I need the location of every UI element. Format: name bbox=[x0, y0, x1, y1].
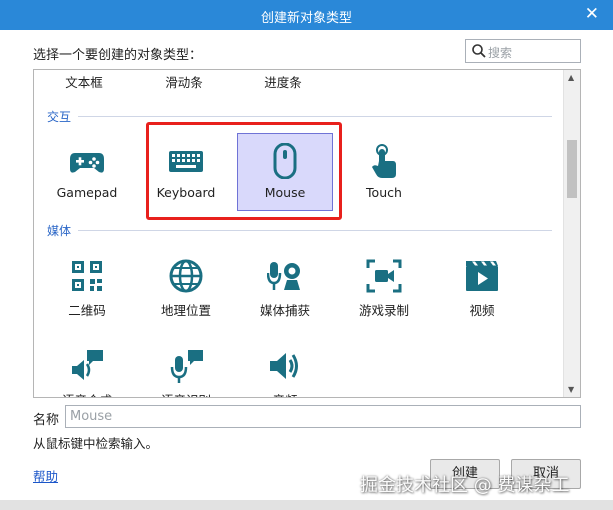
audio-icon bbox=[270, 353, 298, 379]
highlight-annotation-box bbox=[146, 122, 342, 220]
speech-synthesis-icon bbox=[72, 350, 103, 380]
category-divider bbox=[78, 116, 552, 117]
item-label: 二维码 bbox=[68, 303, 106, 318]
search-box[interactable]: 搜索 bbox=[465, 39, 581, 63]
item-label: 媒体捕获 bbox=[259, 303, 310, 318]
item-gamepad[interactable]: Gamepad bbox=[39, 133, 135, 211]
list-item[interactable]: 进度条 bbox=[235, 70, 331, 98]
scrollbar-thumb[interactable] bbox=[567, 140, 577, 198]
vertical-scrollbar[interactable]: ▲ ▼ bbox=[563, 70, 580, 397]
search-icon bbox=[472, 44, 486, 58]
video-icon bbox=[466, 261, 498, 291]
window-title: 创建新对象类型 bbox=[260, 11, 352, 26]
item-label: 进度条 bbox=[264, 75, 302, 90]
item-label: 滑动条 bbox=[165, 75, 203, 90]
qr-code-icon bbox=[72, 261, 102, 291]
object-type-list[interactable]: 文本框 滑动条 进度条 交互 Gamepad Keyboard Mouse To… bbox=[33, 69, 581, 398]
globe-icon bbox=[169, 259, 203, 293]
list-item[interactable]: 文本框 bbox=[36, 70, 132, 98]
category-label-interaction: 交互 bbox=[47, 110, 72, 124]
description-text: 从鼠标键中检索输入。 bbox=[33, 436, 159, 451]
item-label: 音频 bbox=[237, 390, 333, 397]
touch-icon bbox=[372, 144, 396, 178]
speech-recognition-icon bbox=[170, 350, 203, 383]
item-media-capture[interactable]: 媒体捕获 bbox=[237, 248, 333, 326]
scroll-up-icon[interactable]: ▲ bbox=[568, 73, 574, 82]
item-game-recording[interactable]: 游戏录制 bbox=[336, 248, 432, 326]
item-video[interactable]: 视频 bbox=[434, 248, 530, 326]
item-speech-synthesis[interactable]: 语音合成 bbox=[39, 338, 135, 397]
name-placeholder: Mouse bbox=[70, 409, 113, 424]
search-input[interactable]: 搜索 bbox=[488, 44, 512, 61]
gamepad-icon bbox=[70, 153, 104, 173]
name-label: 名称 bbox=[33, 413, 60, 428]
item-label: 语音合成 bbox=[39, 390, 135, 397]
list-item[interactable]: 滑动条 bbox=[136, 70, 232, 98]
item-qr-code[interactable]: 二维码 bbox=[39, 248, 135, 326]
item-label: Touch bbox=[366, 185, 402, 200]
item-label: 视频 bbox=[469, 303, 495, 318]
item-label: 文本框 bbox=[65, 75, 103, 90]
category-divider bbox=[78, 230, 552, 231]
name-field[interactable]: Mouse bbox=[65, 405, 581, 428]
video-record-icon bbox=[366, 259, 402, 293]
close-icon[interactable]: ✕ bbox=[585, 5, 599, 23]
item-audio[interactable]: 音频 bbox=[237, 338, 333, 397]
help-link[interactable]: 帮助 bbox=[33, 466, 58, 485]
window-bottom-edge bbox=[0, 500, 613, 510]
category-label-media: 媒体 bbox=[47, 224, 72, 238]
title-bar: 创建新对象类型 ✕ bbox=[0, 0, 613, 30]
item-label: 语音识别 bbox=[138, 390, 234, 397]
watermark: 掘金技术社区 @ 费谋杂工 bbox=[360, 475, 570, 496]
scroll-down-icon[interactable]: ▼ bbox=[568, 385, 574, 394]
item-geolocation[interactable]: 地理位置 bbox=[138, 248, 234, 326]
item-label: Gamepad bbox=[56, 185, 118, 200]
media-capture-icon bbox=[267, 262, 300, 290]
item-label: 游戏录制 bbox=[358, 303, 409, 318]
item-label: 地理位置 bbox=[160, 303, 211, 318]
prompt-text: 选择一个要创建的对象类型： bbox=[33, 48, 203, 63]
item-touch[interactable]: Touch bbox=[336, 133, 432, 211]
item-speech-recognition[interactable]: 语音识别 bbox=[138, 338, 234, 397]
